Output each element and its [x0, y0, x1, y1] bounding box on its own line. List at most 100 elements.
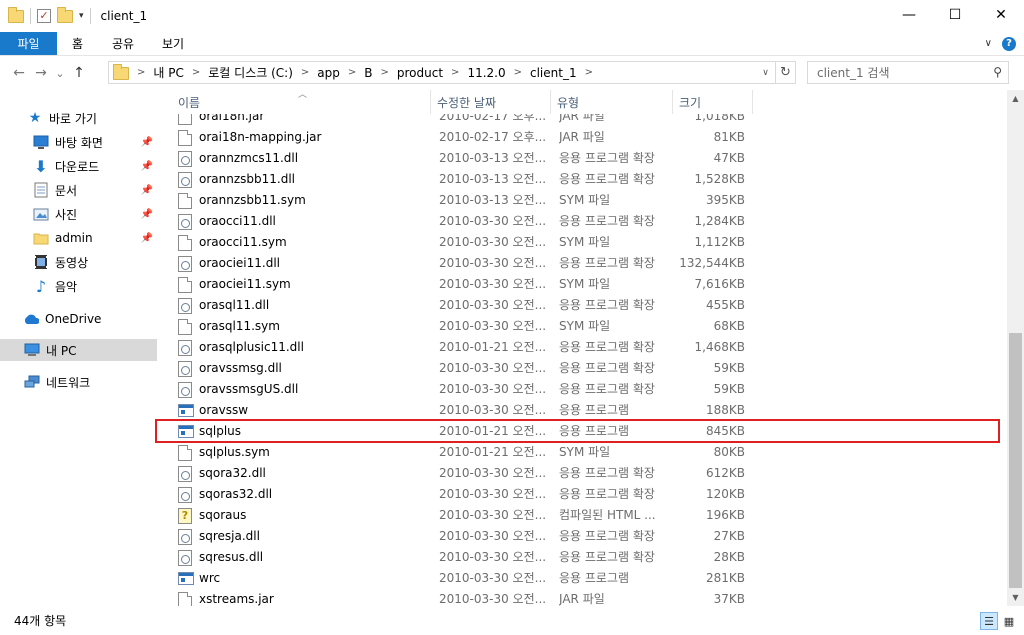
scroll-down-icon[interactable]: ▼: [1007, 589, 1024, 606]
column-header-type[interactable]: 유형: [551, 90, 673, 114]
sidebar-item-downloads[interactable]: ⬇ 다운로드 📌: [0, 155, 157, 177]
breadcrumb-item[interactable]: app: [317, 66, 340, 80]
file-row[interactable]: sqoras32.dll 2010-03-30 오전... 응용 프로그램 확장 12…: [158, 484, 1004, 505]
close-button[interactable]: ✕: [978, 0, 1024, 30]
file-row[interactable]: oravssmsgUS.dll 2010-03-30 오전... 응용 프로그램 확…: [158, 379, 1004, 400]
sidebar-item-desktop[interactable]: 바탕 화면 📌: [0, 131, 157, 153]
tab-file[interactable]: 파일: [0, 32, 57, 55]
search-icon[interactable]: ⚲: [993, 65, 1002, 79]
breadcrumb-item[interactable]: 11.2.0: [467, 66, 505, 80]
breadcrumb-item[interactable]: client_1: [530, 66, 577, 80]
navigation-bar: ← → ⌄ ↑ > 내 PC > 로컬 디스크 (C:) > app > B >…: [0, 58, 1024, 88]
column-header-name[interactable]: 이름: [172, 90, 431, 114]
minimize-button[interactable]: —: [886, 0, 932, 30]
sidebar-item-music[interactable]: ♪ 음악: [0, 275, 157, 297]
file-date: 2010-03-13 오전...: [439, 172, 547, 186]
file-type: 응용 프로그램 확장: [559, 214, 655, 228]
file-size: 68KB: [713, 319, 745, 333]
file-type: 응용 프로그램 확장: [559, 382, 655, 396]
breadcrumb-item[interactable]: B: [364, 66, 372, 80]
details-view-icon[interactable]: ☰: [980, 612, 998, 630]
vertical-scrollbar[interactable]: ▲ ▼: [1007, 90, 1024, 606]
file-row[interactable]: sqlplus.sym 2010-01-21 오전... SYM 파일 80KB: [158, 442, 1004, 463]
file-row[interactable]: ? sqoraus 2010-03-30 오전... 컴파일된 HTML ... 196…: [158, 505, 1004, 526]
breadcrumb-separator[interactable]: >: [514, 67, 522, 78]
file-row[interactable]: xstreams.jar 2010-03-30 오전... JAR 파일 37KB: [158, 589, 1004, 606]
file-row[interactable]: sqresja.dll 2010-03-30 오전... 응용 프로그램 확장 27K…: [158, 526, 1004, 547]
properties-icon[interactable]: ✓: [37, 9, 51, 23]
scroll-up-icon[interactable]: ▲: [1007, 90, 1024, 107]
breadcrumb-item[interactable]: 로컬 디스크 (C:): [208, 64, 293, 81]
file-row[interactable]: oravssmsg.dll 2010-03-30 오전... 응용 프로그램 확장 5…: [158, 358, 1004, 379]
file-row[interactable]: orai18n.jar 2010-02-17 오후... JAR 파일 1,018KB: [158, 114, 1004, 127]
dll-file-icon: [178, 297, 192, 314]
file-row[interactable]: oraociei11.sym 2010-03-30 오전... SYM 파일 7,61…: [158, 274, 1004, 295]
sidebar-item-quick-access[interactable]: ★ 바로 가기: [0, 107, 157, 129]
dll-file-icon: [178, 465, 192, 482]
back-button[interactable]: ←: [8, 61, 30, 85]
breadcrumb-separator[interactable]: >: [451, 67, 459, 78]
recent-locations-button[interactable]: ⌄: [52, 61, 68, 85]
file-row[interactable]: orasqlplusic11.dll 2010-01-21 오전... 응용 프로그…: [158, 337, 1004, 358]
breadcrumb-separator[interactable]: >: [381, 67, 389, 78]
scroll-thumb[interactable]: [1009, 333, 1022, 588]
sidebar-item-videos[interactable]: 동영상: [0, 251, 157, 273]
sidebar-item-admin[interactable]: admin 📌: [0, 227, 157, 249]
tab-home[interactable]: 홈: [57, 32, 98, 55]
maximize-button[interactable]: ☐: [932, 0, 978, 30]
window-controls: — ☐ ✕: [886, 0, 1024, 30]
file-row[interactable]: oraocci11.dll 2010-03-30 오전... 응용 프로그램 확장 1…: [158, 211, 1004, 232]
file-row[interactable]: oraociei11.dll 2010-03-30 오전... 응용 프로그램 확장…: [158, 253, 1004, 274]
up-button[interactable]: ↑: [68, 61, 90, 85]
file-row[interactable]: orai18n-mapping.jar 2010-02-17 오후... JAR 파…: [158, 127, 1004, 148]
address-bar[interactable]: > 내 PC > 로컬 디스크 (C:) > app > B > product…: [108, 61, 796, 84]
help-icon[interactable]: ?: [1002, 36, 1016, 51]
breadcrumb-separator[interactable]: >: [192, 67, 200, 78]
column-header-size[interactable]: 크기: [673, 90, 753, 114]
file-row[interactable]: orannzmcs11.dll 2010-03-13 오전... 응용 프로그램 확…: [158, 148, 1004, 169]
sidebar-item-pictures[interactable]: 사진 📌: [0, 203, 157, 225]
dll-file-icon: [178, 486, 192, 503]
file-row[interactable]: orannzsbb11.sym 2010-03-13 오전... SYM 파일 395…: [158, 190, 1004, 211]
breadcrumb-separator[interactable]: >: [301, 67, 309, 78]
search-input[interactable]: client_1 검색: [817, 64, 890, 81]
file-row[interactable]: orasql11.dll 2010-03-30 오전... 응용 프로그램 확장 45…: [158, 295, 1004, 316]
sidebar-item-this-pc[interactable]: 내 PC: [0, 339, 157, 361]
pin-icon[interactable]: 📌: [141, 137, 153, 148]
tab-view[interactable]: 보기: [148, 32, 198, 55]
file-date: 2010-03-30 오전...: [439, 214, 547, 228]
sidebar-item-network[interactable]: 네트워크: [0, 371, 157, 393]
new-folder-icon[interactable]: [57, 6, 73, 23]
customize-quick-access-icon[interactable]: ▾: [79, 11, 84, 21]
large-icons-view-icon[interactable]: ▦: [1000, 612, 1018, 630]
file-row[interactable]: oravssw 2010-03-30 오전... 응용 프로그램 188KB: [158, 400, 1004, 421]
file-name-cell: orannzsbb11.dll: [178, 169, 430, 190]
refresh-icon[interactable]: ↻: [775, 62, 795, 83]
breadcrumb-item[interactable]: product: [397, 66, 443, 80]
breadcrumb-separator[interactable]: >: [137, 67, 145, 78]
pin-icon[interactable]: 📌: [141, 233, 153, 244]
forward-button[interactable]: →: [30, 61, 52, 85]
title-bar: ✓ ▾ client_1 — ☐ ✕: [0, 0, 1024, 32]
search-box[interactable]: client_1 검색 ⚲: [807, 61, 1009, 84]
file-row[interactable]: sqresus.dll 2010-03-30 오전... 응용 프로그램 확장 28K…: [158, 547, 1004, 568]
file-row[interactable]: sqora32.dll 2010-03-30 오전... 응용 프로그램 확장 612…: [158, 463, 1004, 484]
column-header-date[interactable]: 수정한 날짜: [431, 90, 551, 114]
breadcrumb-separator[interactable]: >: [585, 67, 593, 78]
file-icon: [178, 591, 192, 606]
pin-icon[interactable]: 📌: [141, 185, 153, 196]
pin-icon[interactable]: 📌: [141, 161, 153, 172]
pin-icon[interactable]: 📌: [141, 209, 153, 220]
file-row[interactable]: orasql11.sym 2010-03-30 오전... SYM 파일 68KB: [158, 316, 1004, 337]
file-size: 120KB: [705, 487, 745, 501]
sidebar-item-documents[interactable]: 문서 📌: [0, 179, 157, 201]
breadcrumb-separator[interactable]: >: [348, 67, 356, 78]
file-row[interactable]: oraocci11.sym 2010-03-30 오전... SYM 파일 1,112…: [158, 232, 1004, 253]
tab-share[interactable]: 공유: [98, 32, 148, 55]
file-row[interactable]: wrc 2010-03-30 오전... 응용 프로그램 281KB: [158, 568, 1004, 589]
address-history-dropdown[interactable]: ∨: [755, 62, 775, 83]
breadcrumb-item[interactable]: 내 PC: [153, 64, 183, 81]
expand-ribbon-icon[interactable]: ∨: [985, 38, 992, 49]
sidebar-item-onedrive[interactable]: OneDrive: [0, 308, 157, 330]
file-row[interactable]: orannzsbb11.dll 2010-03-13 오전... 응용 프로그램 확…: [158, 169, 1004, 190]
